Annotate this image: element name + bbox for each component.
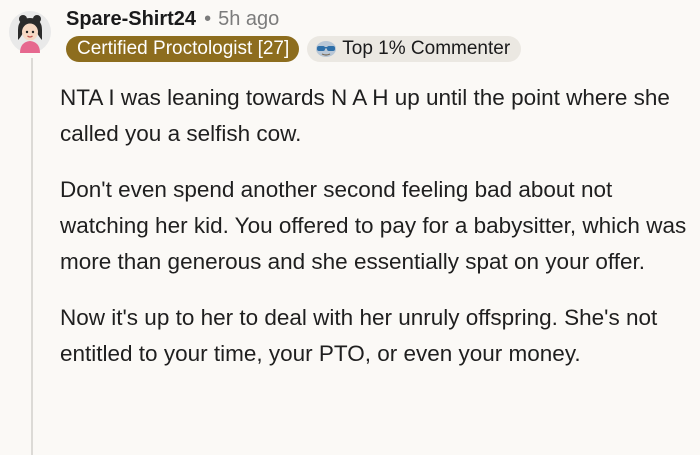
comment-body: NTA I was leaning towards N A H up until… [60,80,696,392]
comment-header: Spare-Shirt24 • 5h ago [66,8,279,31]
comment: Spare-Shirt24 • 5h ago Certified Proctol… [0,0,700,455]
avatar-icon[interactable] [8,10,52,54]
comment-paragraph: Now it's up to her to deal with her unru… [60,305,658,366]
top-commenter-badge[interactable]: Top 1% Commenter [307,36,522,62]
top-commenter-label: Top 1% Commenter [342,38,511,59]
sunglasses-icon [316,41,337,57]
badges-row: Certified Proctologist [27] Top 1% Comme… [66,36,522,62]
separator-dot: • [204,8,212,30]
user-flair: Certified Proctologist [27] [66,36,300,62]
timestamp[interactable]: 5h ago [218,8,279,31]
username-link[interactable]: Spare-Shirt24 [66,8,196,31]
comment-paragraph: NTA I was leaning towards N A H up until… [60,85,670,146]
thread-line[interactable] [31,58,33,455]
comment-paragraph: Don't even spend another second feeling … [60,177,687,274]
